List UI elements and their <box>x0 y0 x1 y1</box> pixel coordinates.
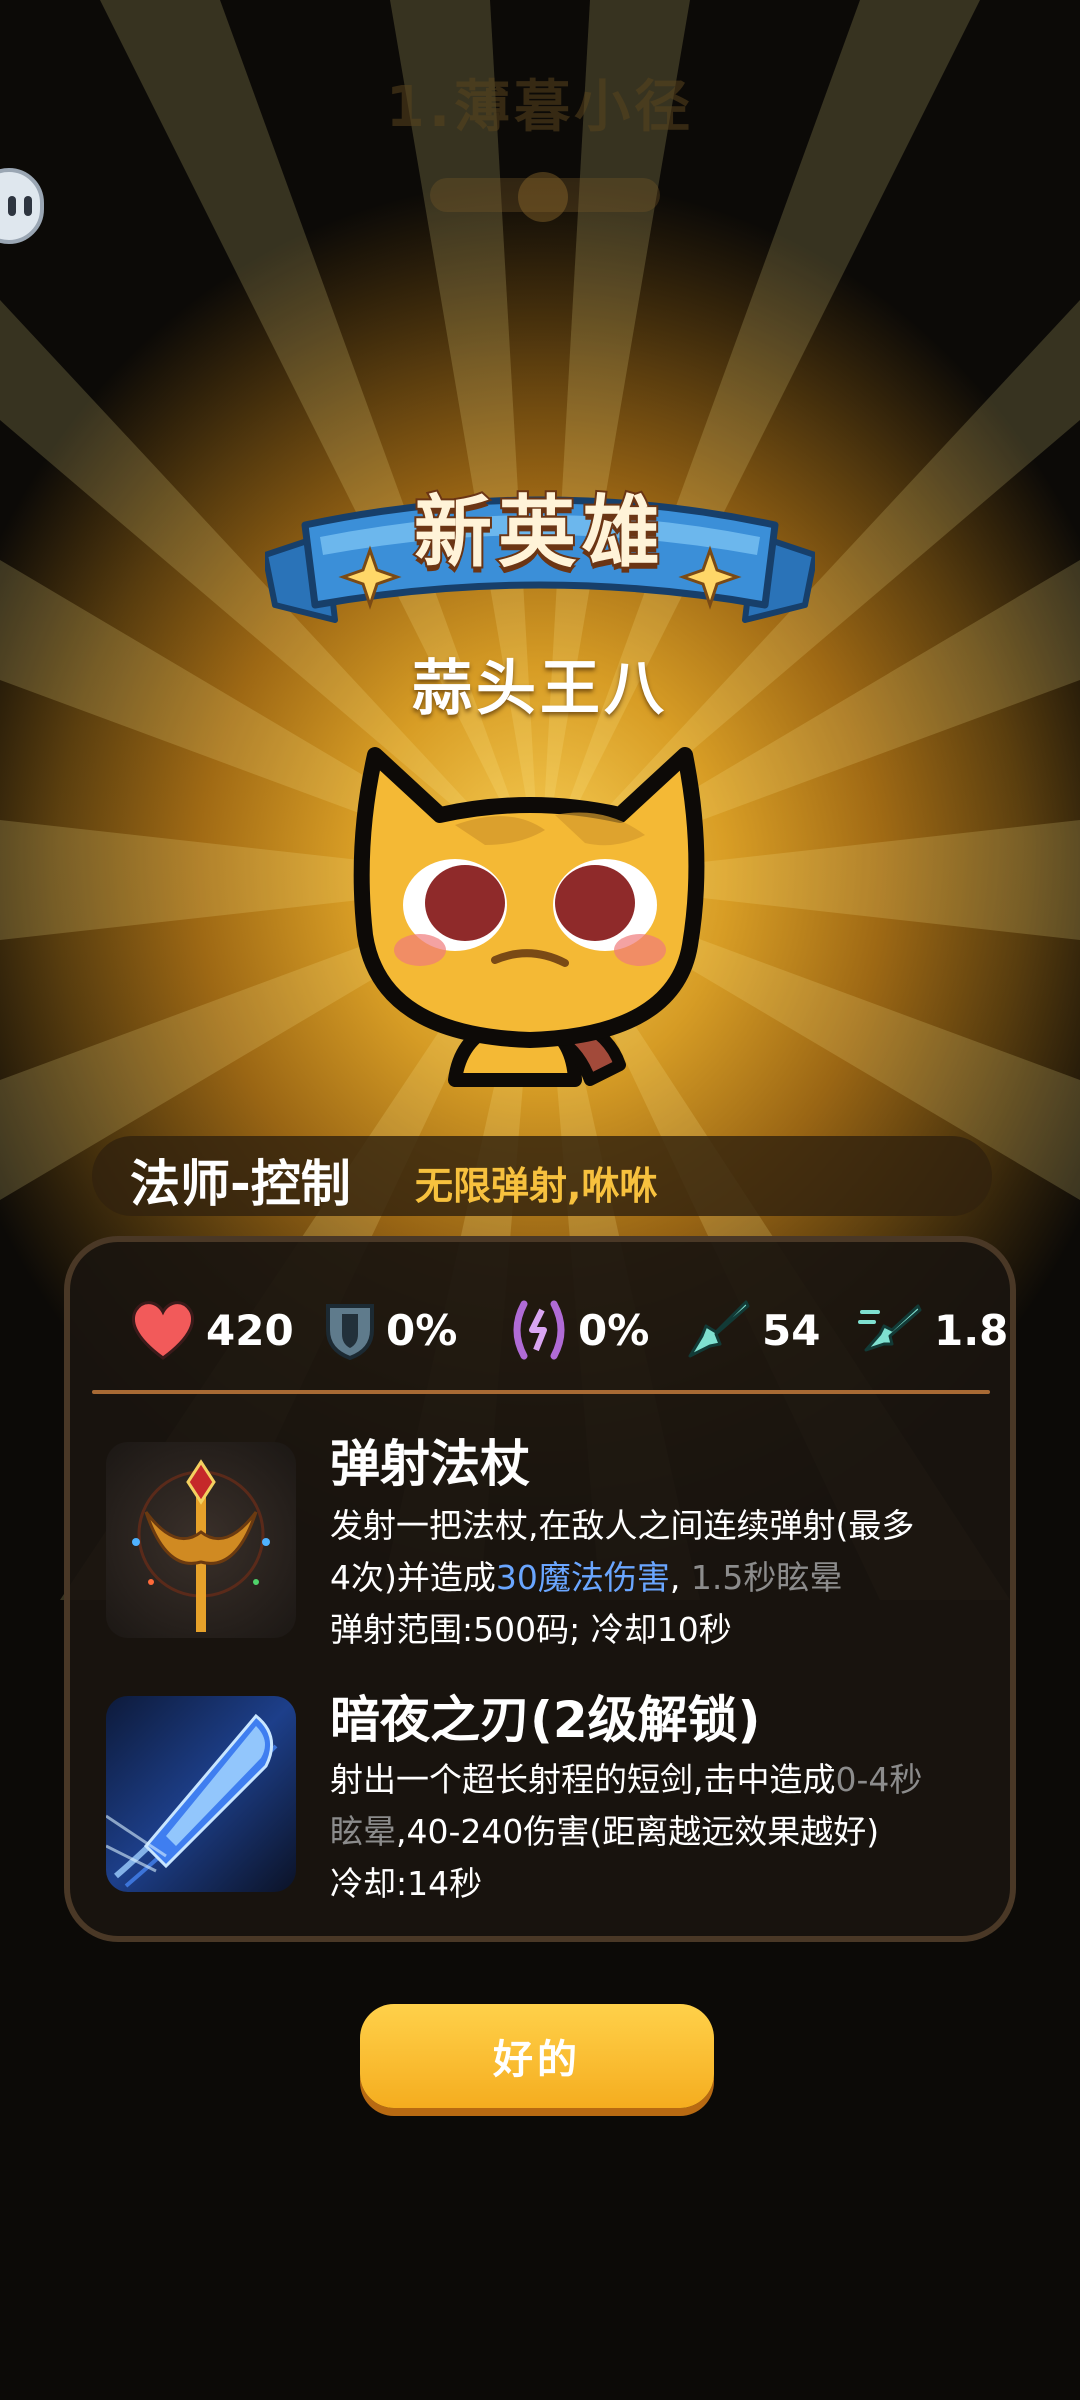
stat-value: 54 <box>762 1305 821 1355</box>
armor-shield-icon <box>326 1304 374 1360</box>
skill-title: 暗夜之刃(2级解锁) <box>330 1691 761 1749</box>
attack-sword-icon <box>688 1300 750 1358</box>
magic-resist-icon <box>513 1300 565 1360</box>
ok-button[interactable]: 好的 <box>360 2004 714 2108</box>
stun-highlight: 眩晕 <box>330 1812 396 1851</box>
pause-icon <box>8 196 16 216</box>
new-hero-title: 新英雄 <box>412 486 666 580</box>
level-title: 1.薄暮小径 <box>385 75 695 140</box>
skill-desc-line: 射出一个超长射程的短剑,击中造成0-4秒 <box>330 1760 923 1799</box>
skill-desc-line: 冷却:14秒 <box>330 1864 483 1903</box>
level-progress-marker <box>518 172 568 222</box>
skill-description: 发射一把法杖,在敌人之间连续弹射(最多 4次)并造成30魔法伤害, 1.5秒眩晕… <box>330 1500 1000 1656</box>
stat-hp: 420 <box>128 1300 294 1360</box>
stun-highlight: 0-4秒 <box>835 1760 923 1799</box>
skill-desc-line: 4次)并造成30魔法伤害, 1.5秒眩晕 <box>330 1558 843 1597</box>
stats-divider <box>92 1390 990 1394</box>
night-blade-icon <box>106 1696 296 1892</box>
hero-portrait <box>353 747 705 1087</box>
stat-magic-resist: 0% <box>508 1300 649 1360</box>
skill-description: 射出一个超长射程的短剑,击中造成0-4秒 眩晕,40-240伤害(距离越远效果越… <box>330 1754 1000 1910</box>
hero-tagline: 无限弹射,咻咻 <box>415 1164 658 1208</box>
skill-desc-line: 弹射范围:500码; 冷却10秒 <box>330 1610 732 1649</box>
stat-attack-speed: 1.8 <box>858 1300 1008 1360</box>
stat-value: 1.8 <box>934 1305 1009 1355</box>
stat-value: 420 <box>206 1305 294 1355</box>
stat-attack: 54 <box>686 1300 820 1360</box>
skill-desc-line: 眩晕,40-240伤害(距离越远效果越好) <box>330 1812 880 1851</box>
magic-staff-icon <box>106 1442 296 1638</box>
stun-highlight: 1.5秒眩晕 <box>690 1558 843 1597</box>
magic-damage-highlight: 30魔法伤害 <box>495 1558 670 1597</box>
stat-value: 0% <box>578 1305 650 1355</box>
hero-class: 法师-控制 <box>130 1155 351 1213</box>
stat-value: 0% <box>386 1305 458 1355</box>
hero-name: 蒜头王八 <box>412 654 668 724</box>
attack-speed-icon <box>858 1304 922 1352</box>
heart-icon <box>132 1301 194 1360</box>
skill-desc-line: 发射一把法杖,在敌人之间连续弹射(最多 <box>330 1506 915 1545</box>
skill-title: 弹射法杖 <box>330 1435 530 1493</box>
stat-armor: 0% <box>322 1300 457 1360</box>
